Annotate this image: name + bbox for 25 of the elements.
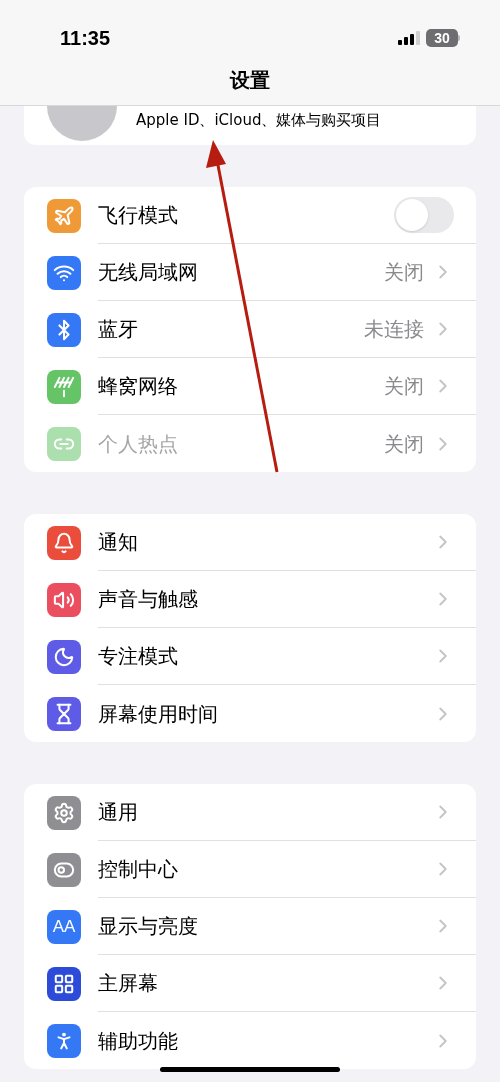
setting-label[interactable]: 通用 [98, 797, 138, 827]
setting-label[interactable]: 显示与亮度 [98, 911, 198, 941]
setting-label[interactable]: 主屏幕 [98, 968, 158, 998]
text-size-icon: AA [47, 909, 81, 944]
setting-label[interactable]: 专注模式 [98, 641, 178, 671]
setting-value: 未连接 [364, 316, 424, 343]
setting-value: 关闭 [384, 373, 424, 400]
setting-value: 关闭 [384, 430, 424, 458]
profile-card[interactable]: Apple ID、iCloud、媒体与购买项目 [24, 104, 476, 145]
setting-label[interactable]: 无线局域网 [98, 257, 198, 287]
setting-label[interactable]: 声音与触感 [98, 584, 198, 614]
setting-label[interactable]: 辅助功能 [98, 1025, 178, 1056]
setting-label[interactable]: 通知 [98, 527, 138, 557]
setting-label[interactable]: 蓝牙 [98, 314, 138, 344]
toggle-switch[interactable] [394, 197, 454, 233]
setting-label[interactable]: 屏幕使用时间 [98, 698, 218, 729]
setting-label[interactable]: 蜂窝网络 [98, 371, 178, 401]
signal-icon [398, 31, 420, 45]
setting-label[interactable]: 飞行模式 [98, 200, 178, 230]
setting-label[interactable]: 控制中心 [98, 854, 178, 884]
profile-subtitle: Apple ID、iCloud、媒体与购买项目 [136, 110, 382, 131]
status-time: 11:35 [60, 26, 111, 51]
setting-value: 关闭 [384, 259, 424, 286]
page-title: 设置 [230, 67, 270, 94]
battery-indicator: 30 [426, 29, 460, 47]
